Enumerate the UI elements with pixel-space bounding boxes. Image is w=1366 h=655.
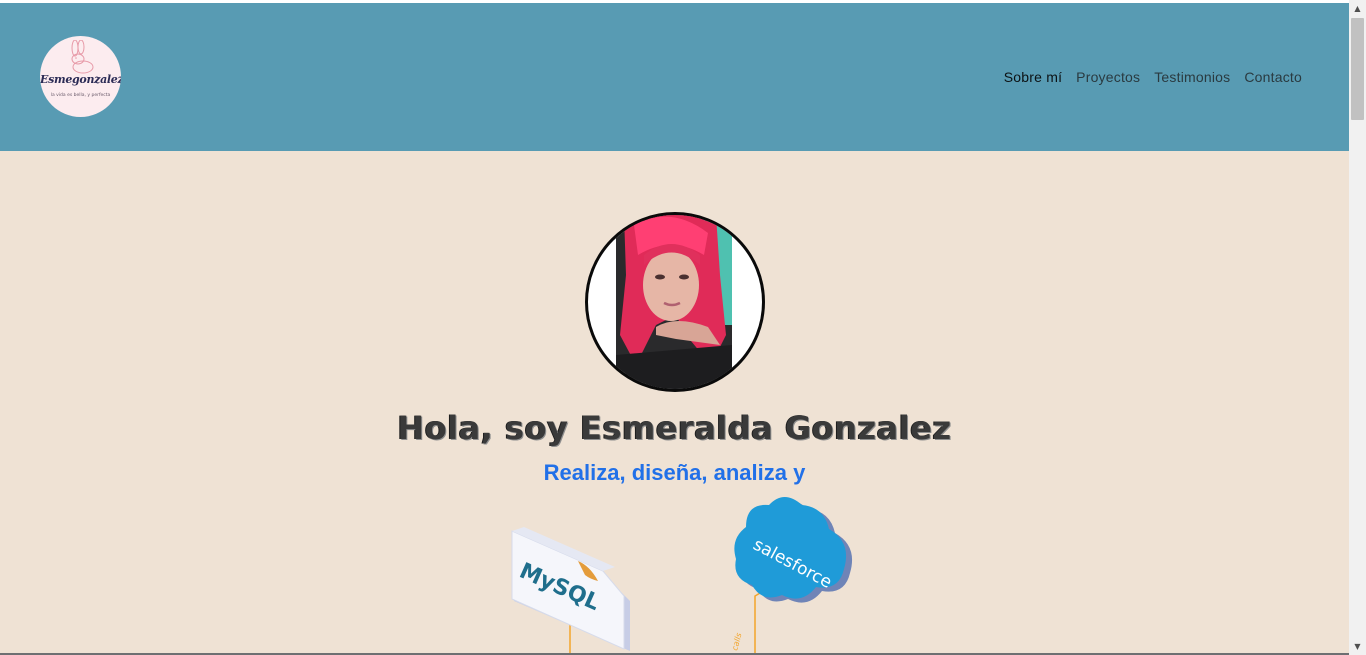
nav-link-proyectos[interactable]: Proyectos	[1076, 69, 1140, 85]
hero-subtitle: Realiza, diseña, analiza y	[543, 460, 806, 485]
nav-link-contacto[interactable]: Contacto	[1244, 69, 1302, 85]
scrollbar-thumb[interactable]	[1351, 18, 1364, 120]
nav-link-testimonios[interactable]: Testimonios	[1154, 69, 1230, 85]
nav-menu: Sobre mí Proyectos Testimonios Contacto	[1004, 69, 1302, 85]
connector-label: calls	[730, 632, 743, 652]
scroll-up-icon[interactable]: ▲	[1349, 0, 1366, 17]
bunny-logo-icon	[71, 40, 94, 74]
scroll-down-icon[interactable]: ▼	[1349, 638, 1366, 655]
hero-section: Hola, soy Esmeralda Gonzalez Realiza, di…	[0, 151, 1349, 655]
navbar: Esmegonzalez la vida es bella, y perfect…	[0, 3, 1349, 151]
salesforce-logo: salesforce	[734, 497, 853, 603]
brand-logo[interactable]: Esmegonzalez la vida es bella, y perfect…	[40, 36, 121, 117]
page-scrollbar[interactable]: ▲ ▼	[1349, 0, 1366, 655]
nav-link-sobre-mi[interactable]: Sobre mí	[1004, 69, 1062, 85]
hero-title: Hola, soy Esmeralda Gonzalez	[397, 409, 952, 447]
brand-name: Esmegonzalez	[40, 73, 121, 86]
profile-photo-image	[616, 215, 732, 389]
mysql-logo: MySQL	[511, 527, 630, 651]
tech-illustration: calls MySQL salesforce	[511, 497, 853, 655]
brand-tagline: la vida es bella, y perfecta	[50, 93, 111, 98]
profile-photo	[585, 212, 765, 392]
